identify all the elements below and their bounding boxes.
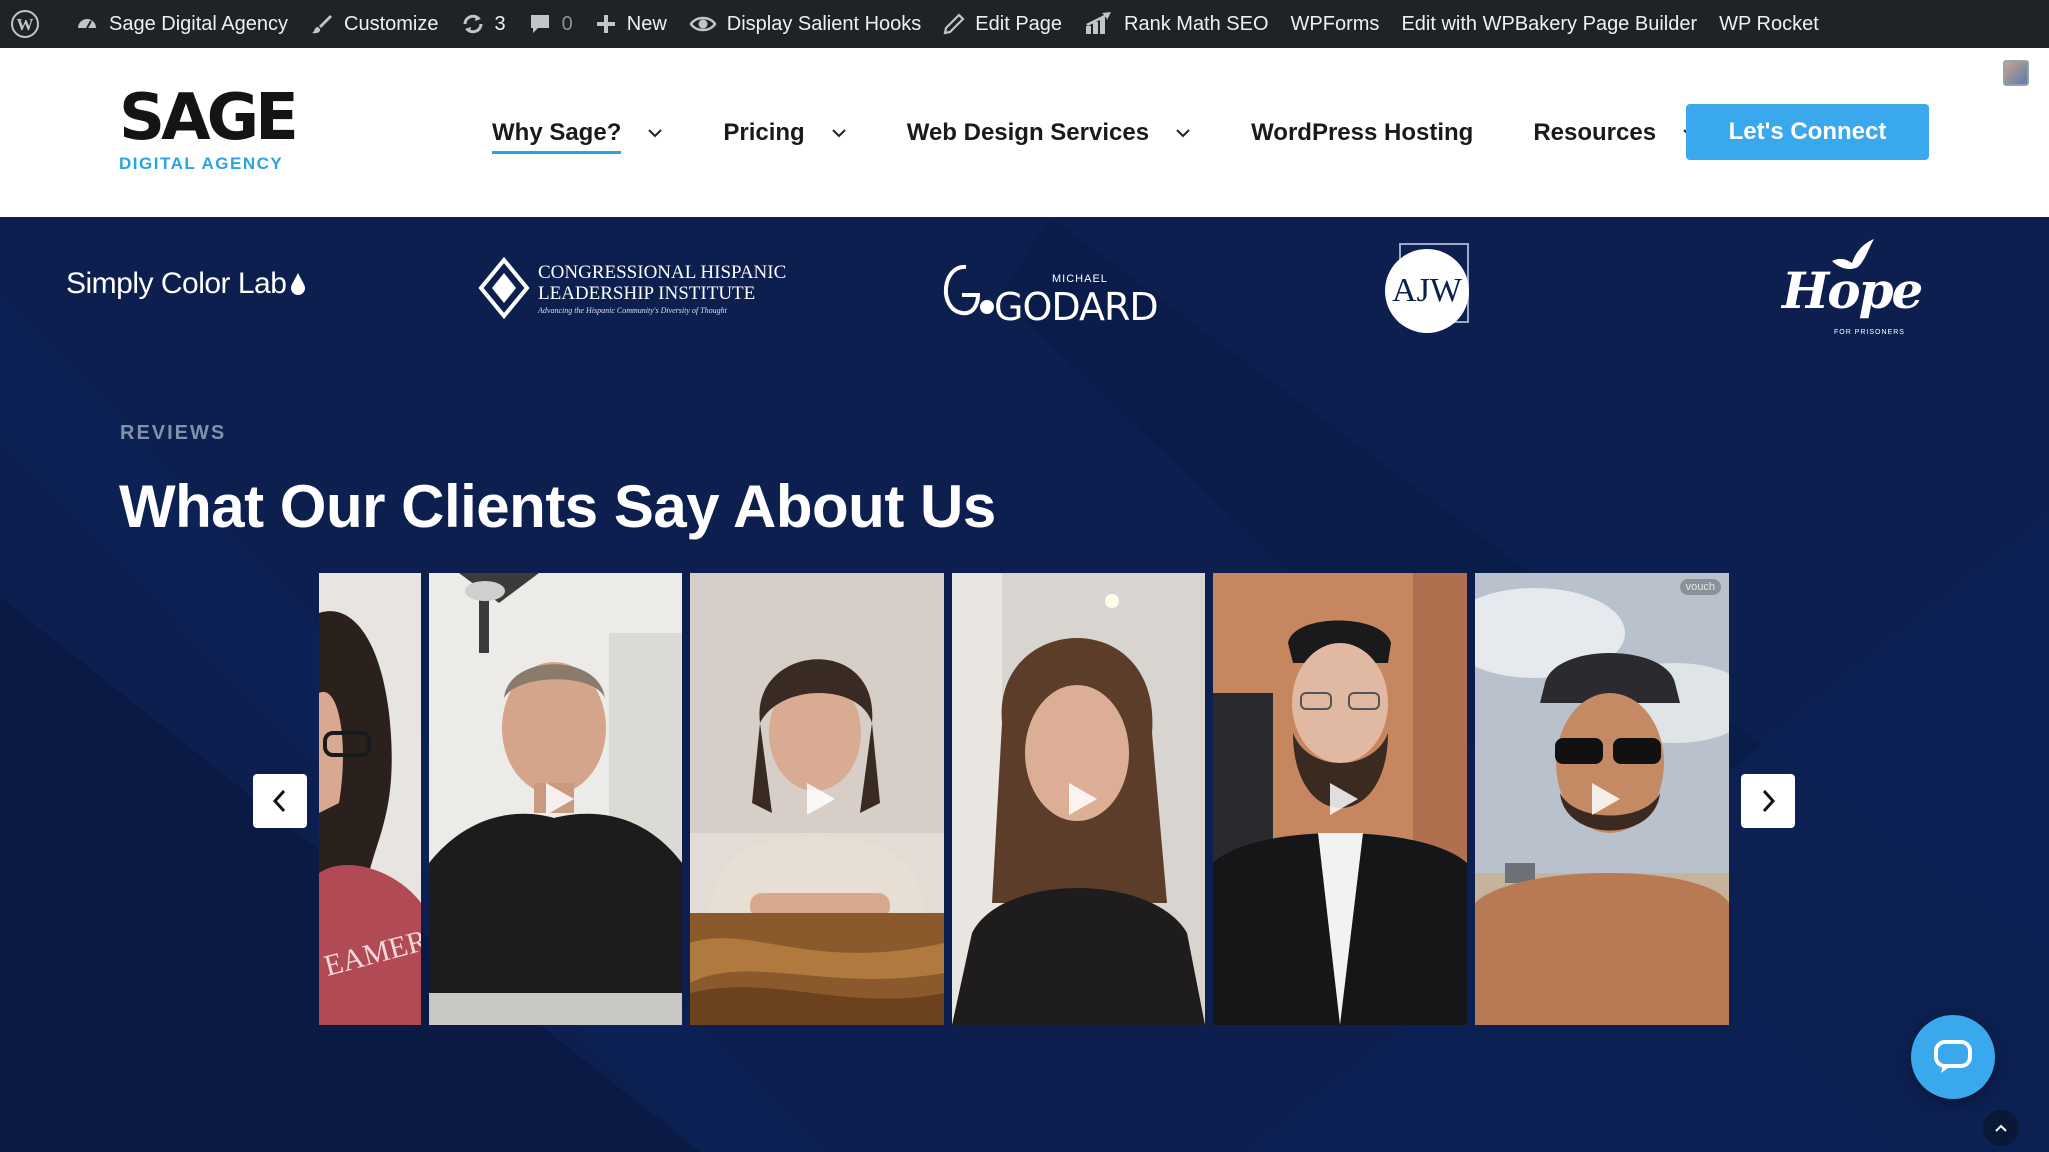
admin-wpbakery[interactable]: Edit with WPBakery Page Builder [1390, 0, 1708, 48]
comments-count: 0 [561, 12, 573, 35]
avatar [2003, 60, 2029, 86]
rank-math-icon [1086, 12, 1112, 34]
reviews-heading: What Our Clients Say About Us [119, 473, 996, 540]
video-review-card[interactable]: vouch [1475, 573, 1729, 1025]
chevron-right-icon [1762, 789, 1776, 813]
nav-resources-label: Resources [1533, 118, 1657, 146]
customize-label: Customize [344, 12, 439, 35]
carousel-next-button[interactable] [1741, 774, 1795, 828]
video-review-card[interactable] [1213, 573, 1467, 1025]
nav-resources[interactable]: Resources [1533, 113, 1698, 153]
wordpress-logo-menu[interactable]: W [0, 0, 64, 48]
client-logo-goddard: MICHAEL GODARD [932, 247, 1159, 337]
play-icon[interactable] [1592, 783, 1620, 815]
play-icon[interactable] [1068, 783, 1097, 815]
simply-color-lab-text: Simply Color Lab [66, 267, 287, 300]
ajw-circle: AJW [1385, 249, 1469, 333]
play-icon[interactable] [1330, 783, 1358, 815]
chevron-left-icon [272, 789, 286, 813]
chevron-up-icon [1995, 1124, 2007, 1132]
logo-subtitle: DIGITAL AGENCY [119, 154, 284, 173]
chli-line2: LEADERSHIP INSTITUTE [538, 282, 756, 304]
nav-pricing[interactable]: Pricing [723, 113, 846, 153]
admin-site-name[interactable]: Sage Digital Agency [64, 0, 299, 48]
chevron-down-icon [1176, 128, 1190, 137]
rank-math-label: Rank Math SEO [1124, 12, 1269, 35]
reviewer-photo: EAMER [319, 573, 421, 1025]
client-logo-ajw: AJW [1385, 243, 1469, 333]
nav-why-sage[interactable]: Why Sage? [492, 113, 663, 154]
wpbakery-label: Edit with WPBakery Page Builder [1401, 12, 1698, 35]
pencil-icon [943, 13, 965, 35]
comment-icon [530, 15, 549, 33]
client-logos-strip: Simply Color Lab CONGRESSIONAL HISPANIC … [0, 217, 2049, 367]
new-label: New [626, 12, 667, 35]
edit-page-label: Edit Page [975, 12, 1063, 35]
hope-text: Hope [1782, 261, 1923, 320]
chli-line1: CONGRESSIONAL HISPANIC [538, 261, 787, 283]
goddard-small: MICHAEL [1052, 273, 1108, 285]
client-logo-chli: CONGRESSIONAL HISPANIC LEADERSHIP INSTIT… [478, 257, 786, 319]
video-review-card[interactable]: EAMER [319, 573, 421, 1025]
admin-comments[interactable]: 0 [517, 0, 584, 48]
admin-rank-math[interactable]: Rank Math SEO [1073, 0, 1280, 48]
wpforms-label: WPForms [1290, 12, 1380, 35]
admin-display-hooks[interactable]: Display Salient Hooks [678, 0, 933, 48]
site-header: SAGE DIGITAL AGENCY Why Sage? Pricing We… [0, 48, 2049, 217]
admin-updates[interactable]: 3 [450, 0, 517, 48]
nav-hosting-label: WordPress Hosting [1251, 118, 1474, 146]
admin-customize[interactable]: Customize [299, 0, 449, 48]
reviews-eyebrow: REVIEWS [120, 422, 227, 444]
diamond-emblem-icon [478, 257, 530, 319]
chat-bubble-icon [1934, 1040, 1972, 1073]
updates-count: 3 [494, 12, 506, 35]
brush-icon [312, 15, 333, 34]
nav-web-design-label: Web Design Services [906, 118, 1150, 146]
droplet-icon [291, 273, 306, 295]
svg-text:W: W [17, 15, 34, 34]
wp-rocket-label: WP Rocket [1719, 12, 1819, 35]
wp-admin-bar: W Sage Digital Agency Customize 3 0 New … [0, 0, 2049, 48]
nav-why-sage-label: Why Sage? [492, 119, 622, 154]
eye-icon [689, 16, 717, 32]
howdy-label: Howdy, Sage Staff [1845, 62, 1993, 83]
chli-tagline: Advancing the Hispanic Community's Diver… [538, 305, 727, 315]
ajw-text: AJW [1392, 272, 1462, 309]
admin-wpforms[interactable]: WPForms [1280, 0, 1391, 48]
nav-web-design-services[interactable]: Web Design Services [907, 113, 1191, 153]
scroll-to-top-button[interactable] [1983, 1110, 2019, 1146]
play-icon[interactable] [545, 783, 574, 815]
chat-widget-button[interactable] [1911, 1015, 1995, 1099]
site-name-label: Sage Digital Agency [109, 12, 289, 35]
goddard-text: GODARD [994, 285, 1159, 329]
updates-icon [463, 14, 482, 34]
video-review-card[interactable] [690, 573, 944, 1025]
play-icon[interactable] [807, 783, 835, 815]
plus-icon [596, 15, 615, 33]
admin-new[interactable]: New [584, 0, 678, 48]
video-reviews-carousel: EAMER vouch [319, 573, 1729, 1025]
sage-logo[interactable]: SAGE DIGITAL AGENCY [119, 81, 299, 181]
chevron-down-icon [832, 128, 846, 137]
admin-edit-page[interactable]: Edit Page [932, 0, 1073, 48]
carousel-prev-button[interactable] [253, 774, 307, 828]
admin-account[interactable]: Howdy, Sage Staff [1846, 60, 2029, 86]
lets-connect-button[interactable]: Let's Connect [1686, 104, 1929, 160]
main-navigation: Why Sage? Pricing Web Design Services Wo… [492, 48, 1758, 217]
vouch-badge: vouch [1679, 579, 1721, 595]
display-hooks-label: Display Salient Hooks [726, 12, 922, 35]
wordpress-icon: W [11, 10, 39, 38]
video-review-card[interactable] [952, 573, 1205, 1025]
dashboard-icon [78, 19, 96, 29]
chevron-down-icon [648, 128, 663, 137]
client-logo-simply-color-lab: Simply Color Lab [66, 267, 306, 301]
nav-pricing-label: Pricing [723, 118, 805, 146]
video-review-card[interactable] [429, 573, 682, 1025]
reviews-section: Simply Color Lab CONGRESSIONAL HISPANIC … [0, 217, 2049, 1152]
admin-wp-rocket[interactable]: WP Rocket [1708, 0, 1830, 48]
nav-wordpress-hosting[interactable]: WordPress Hosting [1251, 113, 1473, 153]
logo-word: SAGE [119, 81, 299, 155]
hope-subtitle: FOR PRISONERS [1834, 329, 1905, 336]
